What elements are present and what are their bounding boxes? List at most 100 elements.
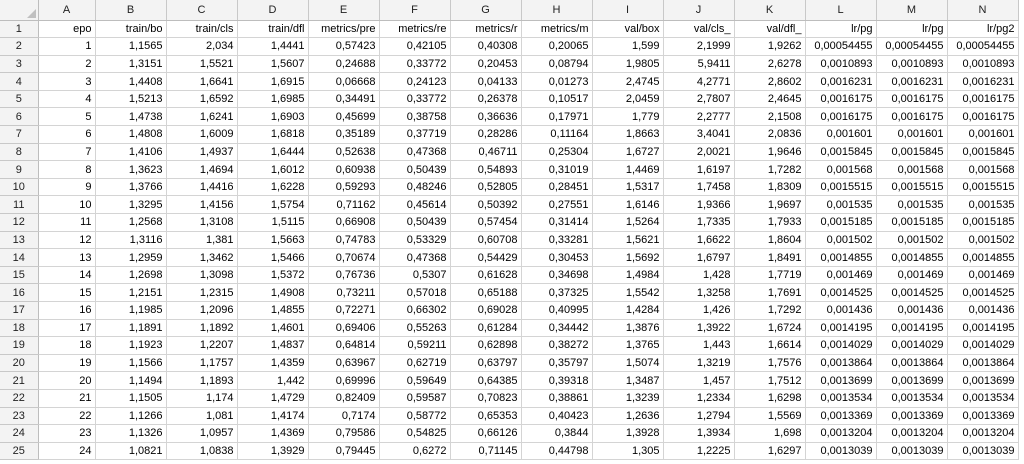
cell-e23[interactable]: 0,7174: [308, 407, 380, 426]
cell-h12[interactable]: 0,31414: [521, 213, 593, 232]
cell-a22[interactable]: 21: [38, 389, 96, 408]
cell-e4[interactable]: 0,06668: [308, 72, 380, 91]
cell-k14[interactable]: 1,8491: [734, 248, 806, 267]
row-header-16[interactable]: 16: [0, 283, 39, 302]
cell-c19[interactable]: 1,2207: [166, 336, 238, 355]
cell-c21[interactable]: 1,1893: [166, 371, 238, 390]
cell-m8[interactable]: 0,0015845: [876, 143, 948, 162]
cell-h6[interactable]: 0,17971: [521, 107, 593, 127]
cell-l3[interactable]: 0,0010893: [805, 55, 877, 74]
cell-d10[interactable]: 1,6228: [237, 178, 309, 197]
cell-a15[interactable]: 14: [38, 266, 96, 285]
cell-m24[interactable]: 0,0013204: [876, 424, 948, 443]
cell-c12[interactable]: 1,3108: [166, 213, 238, 232]
cell-g25[interactable]: 0,71145: [450, 442, 522, 461]
cell-f18[interactable]: 0,55263: [379, 319, 451, 338]
cell-e19[interactable]: 0,64814: [308, 336, 380, 355]
cell-d19[interactable]: 1,4837: [237, 336, 309, 355]
cell-e22[interactable]: 0,82409: [308, 389, 380, 408]
cell-b13[interactable]: 1,3116: [95, 231, 167, 250]
cell-i9[interactable]: 1,4469: [592, 160, 664, 179]
cell-l17[interactable]: 0,001436: [805, 301, 877, 320]
cell-c15[interactable]: 1,3098: [166, 266, 238, 285]
cell-k11[interactable]: 1,9697: [734, 195, 806, 215]
cell-l10[interactable]: 0,0015515: [805, 178, 877, 197]
cell-e12[interactable]: 0,66908: [308, 213, 380, 232]
cell-i12[interactable]: 1,5264: [592, 213, 664, 232]
column-header-n[interactable]: N: [947, 0, 1019, 21]
cell-c16[interactable]: 1,2315: [166, 283, 238, 302]
cell-f11[interactable]: 0,45614: [379, 195, 451, 215]
cell-c22[interactable]: 1,174: [166, 389, 238, 408]
cell-j18[interactable]: 1,3922: [663, 319, 735, 338]
cell-n10[interactable]: 0,0015515: [947, 178, 1019, 197]
cell-g18[interactable]: 0,61284: [450, 319, 522, 338]
column-header-j[interactable]: J: [663, 0, 735, 21]
cell-k19[interactable]: 1,6614: [734, 336, 806, 355]
cell-b2[interactable]: 1,1565: [95, 37, 167, 56]
cell-i22[interactable]: 1,3239: [592, 389, 664, 408]
cell-b7[interactable]: 1,4808: [95, 125, 167, 144]
cell-f22[interactable]: 0,59587: [379, 389, 451, 408]
cell-n5[interactable]: 0,0016175: [947, 90, 1019, 109]
cell-d8[interactable]: 1,6444: [237, 143, 309, 162]
cell-k16[interactable]: 1,7691: [734, 283, 806, 302]
cell-c10[interactable]: 1,4416: [166, 178, 238, 197]
cell-b22[interactable]: 1,1505: [95, 389, 167, 408]
cell-j21[interactable]: 1,457: [663, 371, 735, 390]
cell-l11[interactable]: 0,001535: [805, 195, 877, 215]
cell-l12[interactable]: 0,0015185: [805, 213, 877, 232]
cell-m3[interactable]: 0,0010893: [876, 55, 948, 74]
cell-m19[interactable]: 0,0014029: [876, 336, 948, 355]
cell-l14[interactable]: 0,0014855: [805, 248, 877, 267]
cell-f5[interactable]: 0,33772: [379, 90, 451, 109]
row-header-20[interactable]: 20: [0, 354, 39, 373]
cell-g20[interactable]: 0,63797: [450, 354, 522, 373]
cell-k17[interactable]: 1,7292: [734, 301, 806, 320]
cell-e9[interactable]: 0,60938: [308, 160, 380, 179]
cell-d22[interactable]: 1,4729: [237, 389, 309, 408]
cell-g5[interactable]: 0,26378: [450, 90, 522, 109]
cell-f13[interactable]: 0,53329: [379, 231, 451, 250]
cell-b25[interactable]: 1,0821: [95, 442, 167, 461]
cell-a12[interactable]: 11: [38, 213, 96, 232]
cell-f7[interactable]: 0,37719: [379, 125, 451, 144]
column-header-a[interactable]: A: [38, 0, 96, 21]
cell-j15[interactable]: 1,428: [663, 266, 735, 285]
cell-f20[interactable]: 0,62719: [379, 354, 451, 373]
row-header-8[interactable]: 8: [0, 143, 39, 162]
cell-c4[interactable]: 1,6641: [166, 72, 238, 91]
cell-f1[interactable]: metrics/re: [379, 20, 451, 39]
row-header-3[interactable]: 3: [0, 55, 39, 74]
cell-n21[interactable]: 0,0013699: [947, 371, 1019, 390]
cell-e3[interactable]: 0,24688: [308, 55, 380, 74]
cell-e15[interactable]: 0,76736: [308, 266, 380, 285]
cell-i8[interactable]: 1,6727: [592, 143, 664, 162]
cell-c5[interactable]: 1,6592: [166, 90, 238, 109]
cell-e24[interactable]: 0,79586: [308, 424, 380, 443]
cell-a24[interactable]: 23: [38, 424, 96, 443]
cell-c17[interactable]: 1,2096: [166, 301, 238, 320]
cell-a6[interactable]: 5: [38, 107, 96, 127]
cell-e7[interactable]: 0,35189: [308, 125, 380, 144]
cell-i4[interactable]: 2,4745: [592, 72, 664, 91]
cell-e11[interactable]: 0,71162: [308, 195, 380, 215]
cell-h16[interactable]: 0,37325: [521, 283, 593, 302]
cell-m9[interactable]: 0,001568: [876, 160, 948, 179]
cell-c7[interactable]: 1,6009: [166, 125, 238, 144]
cell-k1[interactable]: val/dfl_: [734, 20, 806, 39]
cell-n19[interactable]: 0,0014029: [947, 336, 1019, 355]
cell-b4[interactable]: 1,4408: [95, 72, 167, 91]
column-header-g[interactable]: G: [450, 0, 522, 21]
column-header-l[interactable]: L: [805, 0, 877, 21]
cell-k13[interactable]: 1,8604: [734, 231, 806, 250]
cell-k15[interactable]: 1,7719: [734, 266, 806, 285]
cell-k21[interactable]: 1,7512: [734, 371, 806, 390]
cell-h11[interactable]: 0,27551: [521, 195, 593, 215]
cell-h14[interactable]: 0,30453: [521, 248, 593, 267]
cell-b1[interactable]: train/bo: [95, 20, 167, 39]
row-header-12[interactable]: 12: [0, 213, 39, 232]
cell-l18[interactable]: 0,0014195: [805, 319, 877, 338]
cell-b21[interactable]: 1,1494: [95, 371, 167, 390]
cell-g3[interactable]: 0,20453: [450, 55, 522, 74]
